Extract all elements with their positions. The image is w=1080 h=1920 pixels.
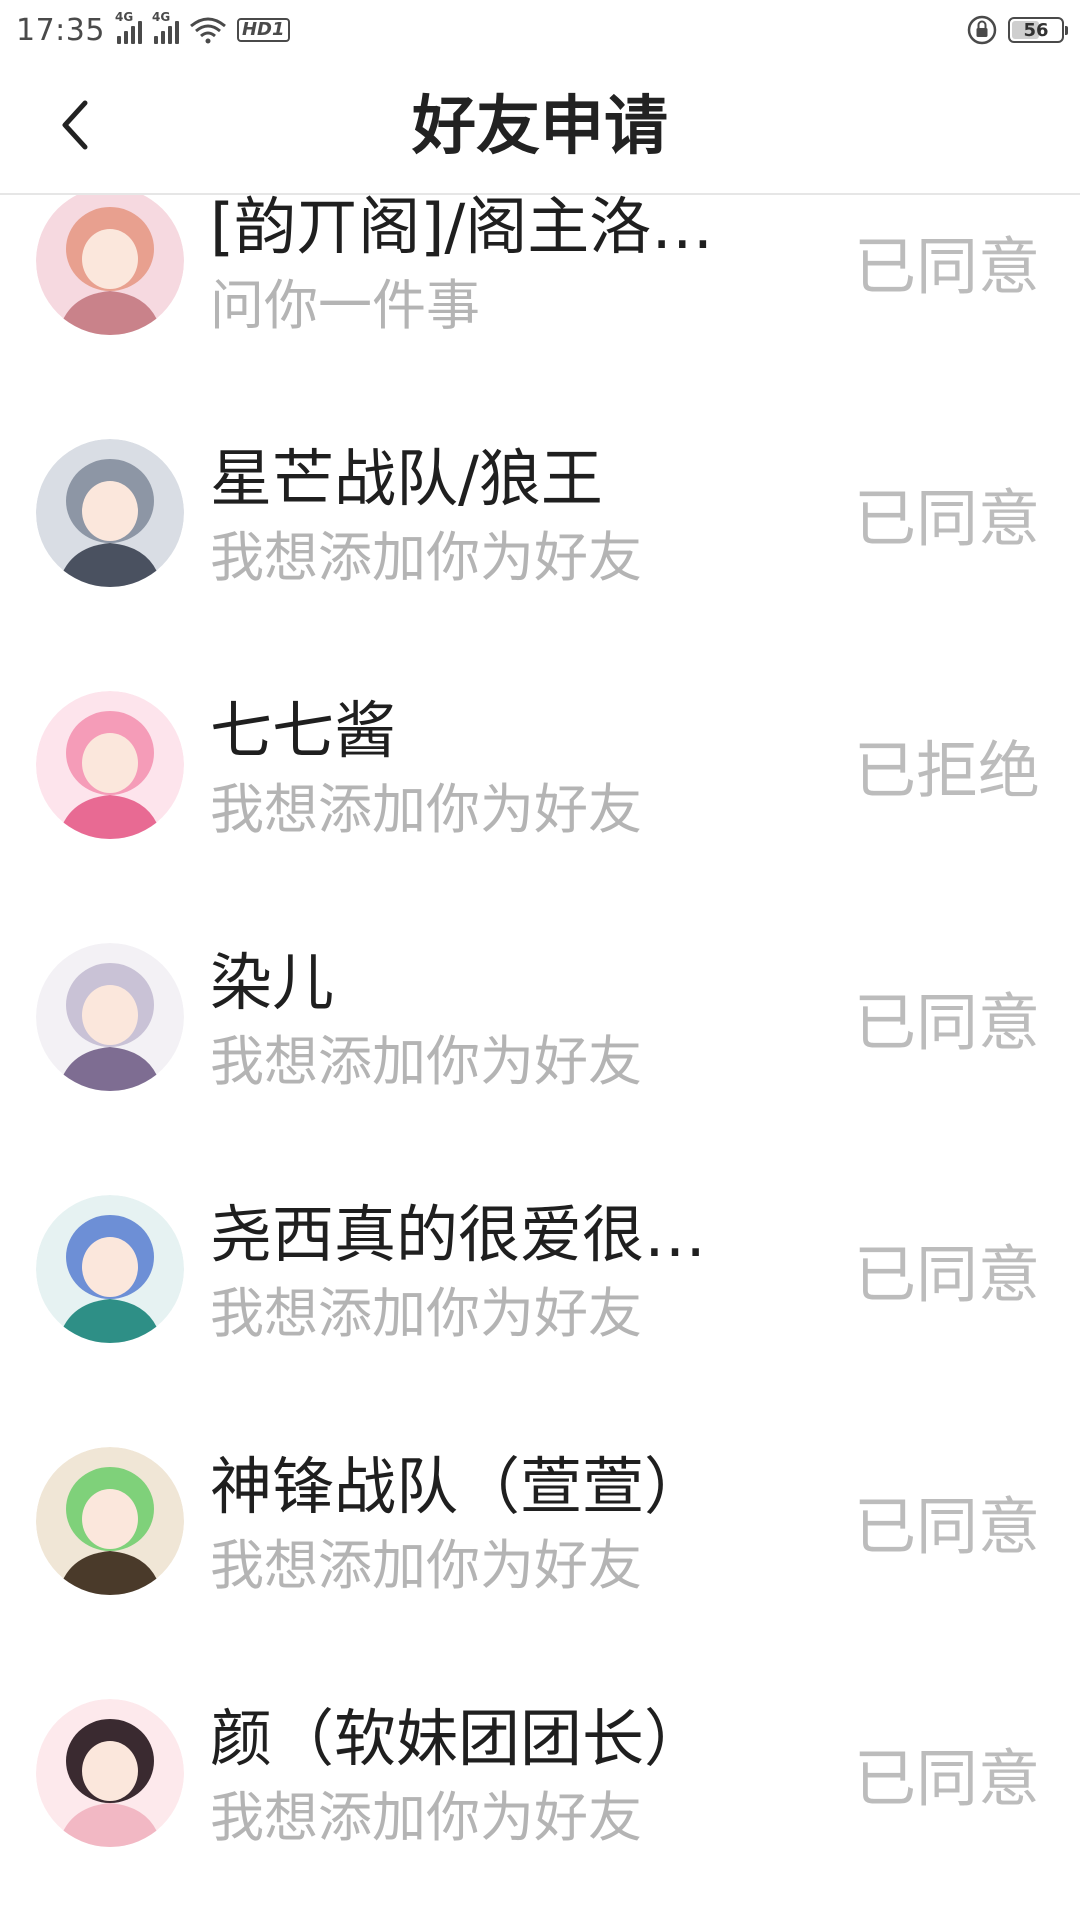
avatar[interactable]	[36, 195, 184, 335]
page-title: 好友申请	[412, 90, 668, 164]
request-name: 颜（软妹团团长）	[210, 1702, 707, 1775]
request-name: 七七酱	[210, 694, 397, 767]
request-status: 已拒绝	[853, 734, 1040, 807]
request-name: 染儿	[210, 946, 335, 1019]
request-message: 我想添加你为好友	[210, 526, 642, 589]
avatar-image	[36, 691, 184, 839]
battery-level: 56	[1023, 19, 1049, 41]
request-status: 已同意	[853, 1238, 1040, 1311]
battery-icon: 56	[1008, 17, 1068, 43]
avatar-image	[36, 1699, 184, 1847]
request-name: 神锋战队（萱萱）	[210, 1450, 707, 1523]
request-status: 已同意	[853, 230, 1040, 303]
wifi-icon	[190, 17, 226, 44]
status-left: 17:35 4G 4G HD1	[16, 10, 290, 48]
network-label: 4G	[151, 10, 171, 24]
request-status: 已同意	[853, 482, 1040, 555]
avatar-image	[36, 439, 184, 587]
friend-request-item[interactable]: 颜（软妹团团长） 我想添加你为好友 已同意	[0, 1647, 1080, 1899]
friend-request-item[interactable]: 染儿 我想添加你为好友 已同意	[0, 891, 1080, 1143]
avatar[interactable]	[36, 1447, 184, 1595]
avatar[interactable]	[36, 439, 184, 587]
request-message: 我想添加你为好友	[210, 1282, 642, 1345]
request-message: 问你一件事	[210, 274, 480, 337]
status-bar: 17:35 4G 4G HD1 56	[0, 0, 1080, 60]
status-time: 17:35	[16, 12, 105, 48]
signal-icon: 4G	[152, 10, 179, 44]
request-name: 尧西真的很爱很…	[210, 1198, 707, 1271]
rotation-lock-icon	[967, 15, 997, 45]
avatar[interactable]	[36, 691, 184, 839]
friend-request-list-inner: [韵丌阁]/阁主洛… 问你一件事 已同意 星芒战队/狼王 我想添加你为好友 已同…	[0, 195, 1080, 1899]
avatar-image	[36, 943, 184, 1091]
status-right: 56	[966, 14, 1068, 46]
request-status: 已同意	[853, 1742, 1040, 1815]
avatar-image	[36, 1447, 184, 1595]
friend-request-item[interactable]: [韵丌阁]/阁主洛… 问你一件事 已同意	[0, 195, 1080, 387]
request-message: 我想添加你为好友	[210, 778, 642, 841]
friend-request-list[interactable]: [韵丌阁]/阁主洛… 问你一件事 已同意 星芒战队/狼王 我想添加你为好友 已同…	[0, 195, 1080, 1920]
network-label: 4G	[114, 10, 134, 24]
avatar[interactable]	[36, 943, 184, 1091]
friend-request-item[interactable]: 神锋战队（萱萱） 我想添加你为好友 已同意	[0, 1395, 1080, 1647]
request-status: 已同意	[853, 986, 1040, 1059]
signal-icon: 4G	[115, 10, 142, 44]
hd-icon: HD1	[236, 18, 290, 42]
request-message: 我想添加你为好友	[210, 1534, 642, 1597]
request-message: 我想添加你为好友	[210, 1786, 642, 1849]
avatar-image	[36, 195, 184, 335]
nav-bar: 好友申请	[0, 60, 1080, 195]
avatar-image	[36, 1195, 184, 1343]
friend-request-item[interactable]: 尧西真的很爱很… 我想添加你为好友 已同意	[0, 1143, 1080, 1395]
request-name: [韵丌阁]/阁主洛…	[210, 195, 714, 263]
request-message: 我想添加你为好友	[210, 1030, 642, 1093]
request-status: 已同意	[853, 1490, 1040, 1563]
friend-request-item[interactable]: 星芒战队/狼王 我想添加你为好友 已同意	[0, 387, 1080, 639]
request-name: 星芒战队/狼王	[210, 442, 603, 515]
avatar[interactable]	[36, 1699, 184, 1847]
screen: 17:35 4G 4G HD1 56 好友申请 [韵丌阁]/阁主洛… 问你一件事…	[0, 0, 1080, 1920]
avatar[interactable]	[36, 1195, 184, 1343]
friend-request-item[interactable]: 七七酱 我想添加你为好友 已拒绝	[0, 639, 1080, 891]
